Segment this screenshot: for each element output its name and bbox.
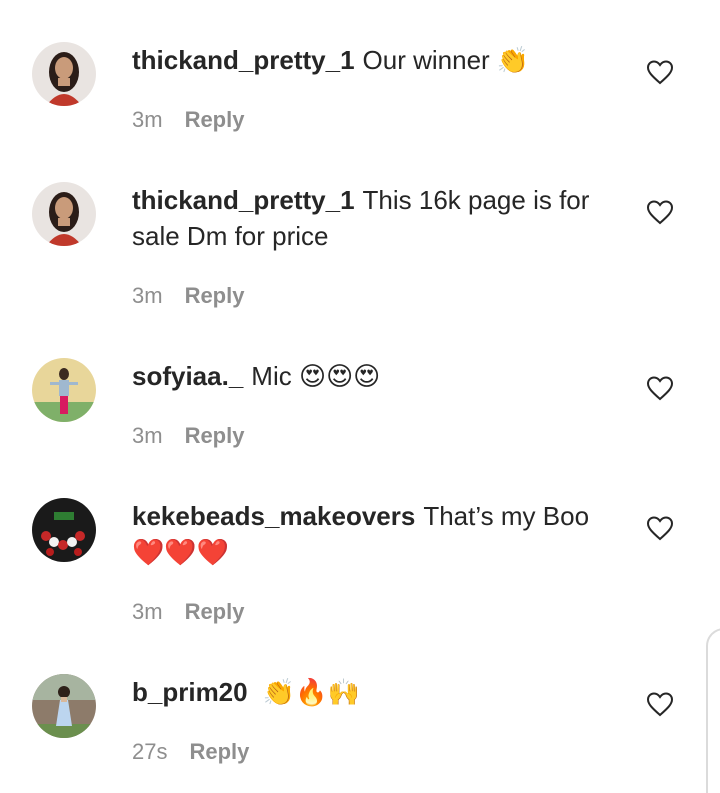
comment-time: 27s — [132, 739, 168, 764]
avatar[interactable] — [32, 358, 96, 422]
reply-button[interactable]: Reply — [185, 423, 245, 448]
comment-meta: 3m Reply — [132, 106, 244, 134]
comments-list: thickand_pretty_1 Our winner 👏 3m Reply th… — [0, 0, 720, 793]
comment-text: thickand_pretty_1 This 16k page is for sa… — [132, 182, 622, 254]
comment-body: That’s my Boo — [423, 501, 590, 531]
comment-text: sofyiaa._ Mic 😍😍😍 — [132, 358, 622, 395]
comment-body: Our winner — [362, 45, 490, 75]
reply-button[interactable]: Reply — [185, 599, 245, 624]
comment-username[interactable]: kekebeads_makeovers — [132, 501, 415, 531]
comment-time: 3m — [132, 283, 163, 308]
comment-text: thickand_pretty_1 Our winner 👏 — [132, 42, 622, 79]
comment-username[interactable]: thickand_pretty_1 — [132, 45, 355, 75]
reply-button[interactable]: Reply — [189, 739, 249, 764]
heart-outline-icon — [646, 200, 674, 225]
comment-time: 3m — [132, 599, 163, 624]
comment-meta: 3m Reply — [132, 598, 244, 626]
heart-outline-icon — [646, 376, 674, 401]
overlay-card-edge — [706, 628, 720, 793]
avatar[interactable] — [32, 674, 96, 738]
like-button[interactable] — [646, 515, 674, 541]
comment-time: 3m — [132, 423, 163, 448]
avatar[interactable] — [32, 498, 96, 562]
avatar[interactable] — [32, 42, 96, 106]
comment-username[interactable]: thickand_pretty_1 — [132, 185, 355, 215]
heart-outline-icon — [646, 692, 674, 717]
comment-meta: 3m Reply — [132, 422, 244, 450]
comment-emoji: 👏🔥🙌 — [262, 678, 360, 708]
comment-body: Mic — [251, 361, 292, 391]
comment-meta: 27s Reply — [132, 738, 249, 766]
like-button[interactable] — [646, 199, 674, 225]
reply-button[interactable]: Reply — [185, 107, 245, 132]
heart-outline-icon — [646, 60, 674, 85]
comment-username[interactable]: sofyiaa._ — [132, 361, 243, 391]
comment-text: b_prim20 👏🔥🙌 — [132, 674, 622, 711]
comment-emoji: 👏 — [496, 46, 530, 76]
comment-meta: 3m Reply — [132, 282, 244, 310]
comment-emoji: ❤️❤️❤️ — [132, 538, 230, 568]
reply-button[interactable]: Reply — [185, 283, 245, 308]
comment-emoji: 😍😍😍 — [298, 362, 381, 392]
comment-text: kekebeads_makeovers That’s my Boo ❤️❤️❤️ — [132, 498, 622, 571]
comment-time: 3m — [132, 107, 163, 132]
heart-outline-icon — [646, 516, 674, 541]
comment-username[interactable]: b_prim20 — [132, 677, 248, 707]
like-button[interactable] — [646, 375, 674, 401]
like-button[interactable] — [646, 691, 674, 717]
avatar[interactable] — [32, 182, 96, 246]
like-button[interactable] — [646, 59, 674, 85]
